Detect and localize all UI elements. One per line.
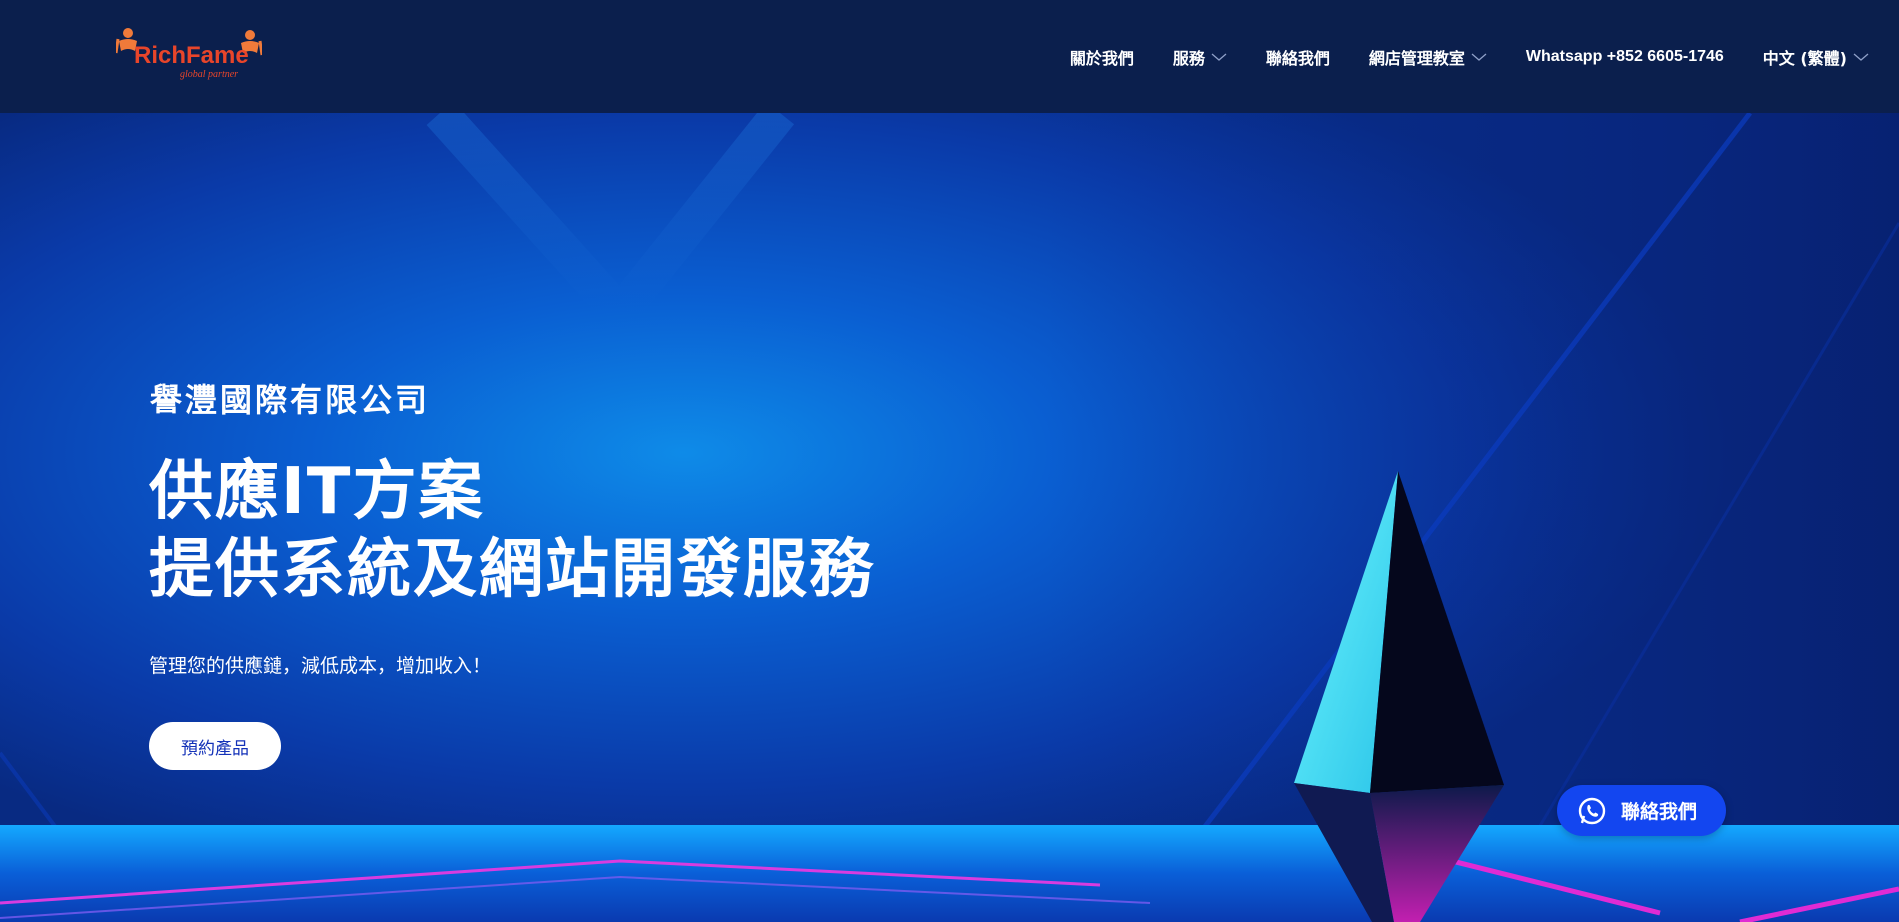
nav-about[interactable]: 關於我們 (1070, 45, 1134, 69)
nav-language-label: 中文 (繁體) (1762, 48, 1847, 68)
hero-tagline: 管理您的供應鏈，減低成本，增加收入！ (149, 655, 492, 677)
site-header: RichFame global partner 關於我們 服務 聯絡我們 網店管… (0, 0, 1899, 113)
nav-whatsapp[interactable]: Whatsapp +852 6605-1746 (1526, 48, 1724, 66)
floating-contact-button[interactable]: 聯絡我們 (1557, 785, 1726, 836)
nav-shop-class-label: 網店管理教室 (1368, 48, 1465, 68)
nav-whatsapp-label: Whatsapp +852 6605-1746 (1525, 47, 1724, 65)
nav-contact-label: 聯絡我們 (1265, 48, 1330, 68)
nav-language[interactable]: 中文 (繁體) (1763, 45, 1869, 69)
chevron-down-icon (1211, 53, 1227, 61)
headline-line-1: 供應IT方案 (149, 455, 485, 529)
chevron-down-icon (1471, 53, 1487, 61)
chevron-down-icon (1853, 53, 1869, 61)
nav-services[interactable]: 服務 (1173, 45, 1227, 69)
company-name: 譽灃國際有限公司 (150, 381, 431, 419)
whatsapp-icon (1578, 797, 1606, 824)
book-product-button[interactable]: 預約產品 (149, 722, 281, 770)
page: RichFame global partner 關於我們 服務 聯絡我們 網店管… (0, 0, 1899, 922)
svg-text:RichFame: RichFame (134, 42, 249, 69)
hero-headline: 供應IT方案 提供系統及網站開發服務 (149, 453, 875, 609)
floating-contact-label: 聯絡我們 (1621, 801, 1698, 823)
nav-about-label: 關於我們 (1069, 48, 1134, 68)
richfame-logo[interactable]: RichFame global partner (116, 27, 262, 85)
svg-text:global partner: global partner (180, 69, 238, 80)
nav-shop-class[interactable]: 網店管理教室 (1369, 45, 1487, 69)
nav-services-label: 服務 (1172, 48, 1205, 68)
book-product-label: 預約產品 (181, 738, 249, 759)
headline-line-2: 提供系統及網站開發服務 (149, 533, 875, 607)
nav-contact[interactable]: 聯絡我們 (1266, 45, 1330, 69)
main-nav: 關於我們 服務 聯絡我們 網店管理教室 Whatsapp +852 6605-1… (1031, 0, 1869, 113)
